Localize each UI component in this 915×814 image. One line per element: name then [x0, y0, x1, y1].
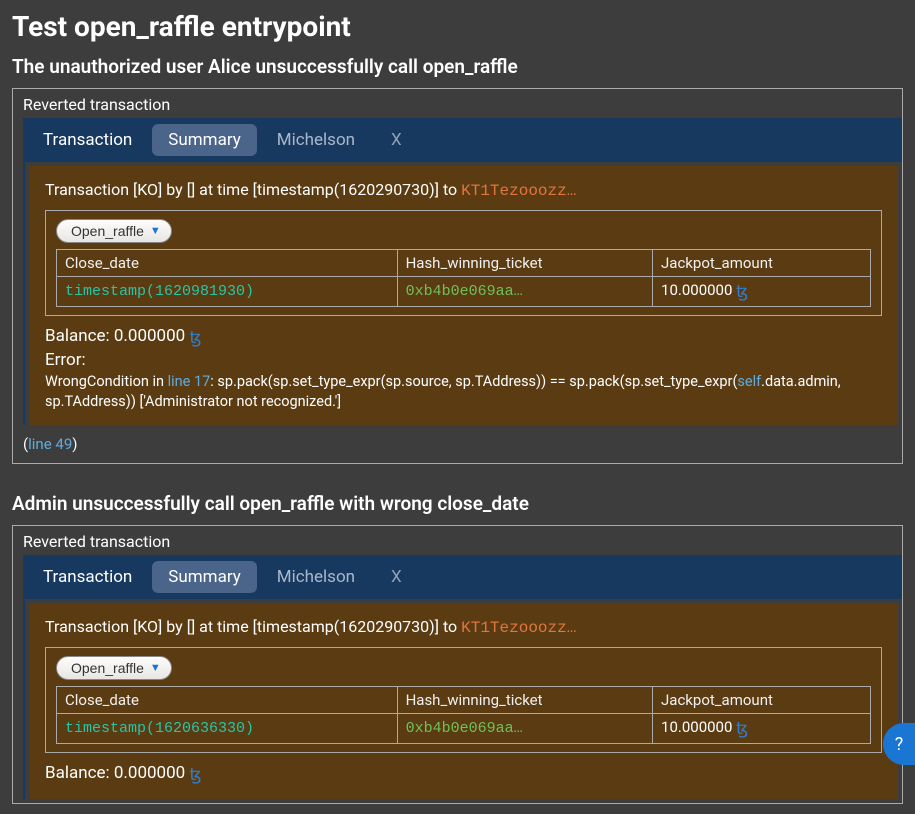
section-heading: The unauthorized user Alice unsuccessful… [12, 55, 903, 78]
transaction-prefix: Transaction [KO] by [] at time [timestam… [45, 617, 461, 636]
error-body: WrongCondition in line 17: sp.pack(sp.se… [45, 372, 882, 411]
tez-icon: ꜩ [189, 765, 201, 785]
tab-transaction[interactable]: Transaction [25, 120, 150, 160]
open-raffle-dropdown[interactable]: Open_raffle ▼ [56, 656, 172, 680]
tab-transaction[interactable]: Transaction [25, 557, 150, 597]
transaction-card: Transaction Summary Michelson X Transact… [23, 118, 902, 425]
caret-down-icon: ▼ [150, 225, 161, 237]
cell-close-date: timestamp(1620981930) [57, 277, 398, 307]
page-title: Test open_raffle entrypoint [12, 10, 903, 43]
self-keyword: self [737, 373, 761, 390]
open-raffle-label: Open_raffle [71, 660, 144, 676]
col-close-date: Close_date [57, 687, 398, 714]
tez-icon: ꜩ [736, 719, 748, 739]
tab-michelson[interactable]: Michelson [259, 557, 373, 597]
error-mid-a: : sp.pack(sp.set_type_expr(sp.source, sp… [210, 373, 737, 390]
transaction-content: Transaction [KO] by [] at time [timestam… [29, 603, 898, 799]
balance-text: Balance: 0.000000 [45, 326, 189, 346]
transaction-summary-line: Transaction [KO] by [] at time [timestam… [45, 180, 882, 200]
col-jackpot: Jackpot_amount [653, 250, 871, 277]
transaction-summary-line: Transaction [KO] by [] at time [timestam… [45, 617, 882, 637]
tab-summary[interactable]: Summary [152, 124, 256, 156]
jackpot-value: 10.000000 [661, 718, 736, 736]
footer-line-link[interactable]: line 49 [28, 435, 72, 453]
col-jackpot: Jackpot_amount [653, 687, 871, 714]
col-hash: Hash_winning_ticket [397, 687, 652, 714]
reverted-transaction-box: Reverted transaction Transaction Summary… [12, 88, 903, 464]
col-close-date: Close_date [57, 250, 398, 277]
col-hash: Hash_winning_ticket [397, 250, 652, 277]
cell-hash: 0xb4b0e069aa… [397, 714, 652, 744]
table-row: timestamp(1620981930) 0xb4b0e069aa… 10.0… [57, 277, 871, 307]
jackpot-value: 10.000000 [661, 281, 736, 299]
parameters-box: Open_raffle ▼ Close_date Hash_winning_ti… [45, 210, 882, 316]
transaction-content: Transaction [KO] by [] at time [timestam… [29, 166, 898, 425]
error-line-link[interactable]: line 17 [168, 373, 211, 390]
tab-close[interactable]: X [373, 120, 420, 160]
cell-hash: 0xb4b0e069aa… [397, 277, 652, 307]
balance-line: Balance: 0.000000 ꜩ [45, 763, 882, 785]
reverted-label: Reverted transaction [13, 526, 902, 555]
parameters-table: Close_date Hash_winning_ticket Jackpot_a… [56, 249, 871, 307]
cell-close-date: timestamp(1620636330) [57, 714, 398, 744]
error-pre: WrongCondition in [45, 373, 168, 390]
balance-line: Balance: 0.000000 ꜩ [45, 326, 882, 348]
cell-jackpot: 10.000000 ꜩ [653, 277, 871, 307]
cell-jackpot: 10.000000 ꜩ [653, 714, 871, 744]
help-icon: ? [895, 734, 904, 755]
reverted-label: Reverted transaction [13, 89, 902, 118]
caret-down-icon: ▼ [150, 662, 161, 674]
tab-summary[interactable]: Summary [152, 561, 256, 593]
tab-close[interactable]: X [373, 557, 420, 597]
parameters-box: Open_raffle ▼ Close_date Hash_winning_ti… [45, 647, 882, 753]
open-raffle-label: Open_raffle [71, 223, 144, 239]
tab-bar: Transaction Summary Michelson X [25, 555, 902, 599]
tez-icon: ꜩ [736, 282, 748, 302]
tez-icon: ꜩ [189, 328, 201, 348]
paren-close: ) [72, 435, 77, 453]
table-row: timestamp(1620636330) 0xb4b0e069aa… 10.0… [57, 714, 871, 744]
section-heading: Admin unsuccessfully call open_raffle wi… [12, 492, 903, 515]
open-raffle-dropdown[interactable]: Open_raffle ▼ [56, 219, 172, 243]
contract-address[interactable]: KT1Tezooozz… [461, 182, 576, 200]
parameters-table: Close_date Hash_winning_ticket Jackpot_a… [56, 686, 871, 744]
tab-bar: Transaction Summary Michelson X [25, 118, 902, 162]
transaction-prefix: Transaction [KO] by [] at time [timestam… [45, 180, 461, 199]
footer-line: (line 49) [13, 429, 902, 463]
error-label: Error: [45, 350, 882, 370]
reverted-transaction-box: Reverted transaction Transaction Summary… [12, 525, 903, 804]
transaction-card: Transaction Summary Michelson X Transact… [23, 555, 902, 799]
tab-michelson[interactable]: Michelson [259, 120, 373, 160]
contract-address[interactable]: KT1Tezooozz… [461, 619, 576, 637]
balance-text: Balance: 0.000000 [45, 763, 189, 783]
